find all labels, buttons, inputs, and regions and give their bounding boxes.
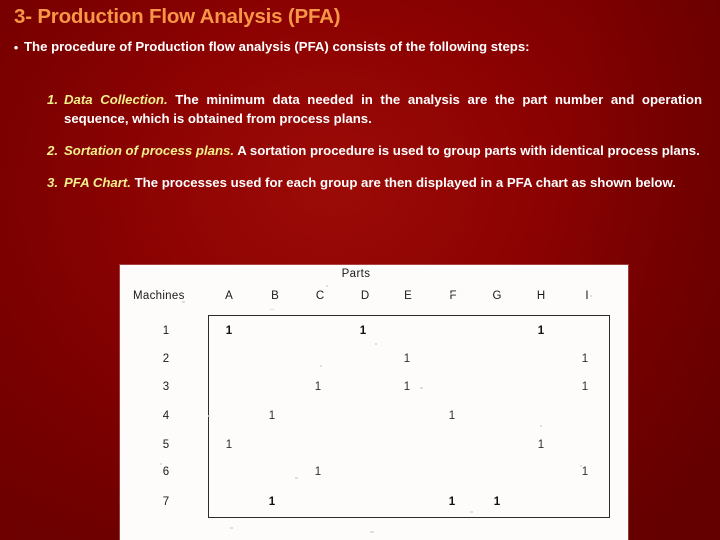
- scan-artifact: [160, 463, 162, 465]
- scan-artifact: [540, 425, 542, 427]
- scan-artifact: [295, 477, 298, 479]
- scan-artifact: [320, 365, 322, 367]
- scan-artifact: [208, 415, 210, 417]
- scan-artifact: [470, 511, 473, 513]
- list-item: 3. PFA Chart. The processes used for eac…: [36, 173, 708, 192]
- step-lead: Sortation of process plans.: [64, 143, 235, 158]
- chart-column-header-a: A: [225, 290, 233, 302]
- scan-artifact: [326, 285, 328, 287]
- chart-cell-mark: 1: [403, 381, 411, 393]
- chart-cell-mark: 1: [225, 439, 233, 451]
- chart-cell-mark: 1: [225, 325, 233, 337]
- chart-cell-mark: 1: [581, 381, 589, 393]
- chart-cell-mark: 1: [314, 381, 322, 393]
- scan-artifact: [230, 527, 233, 529]
- chart-cell-mark: 1: [403, 353, 411, 365]
- scan-artifact: [420, 387, 423, 389]
- page-title: 3- Production Flow Analysis (PFA): [14, 5, 341, 28]
- chart-cell-mark: 1: [493, 496, 501, 508]
- chart-cell-mark: 1: [537, 439, 545, 451]
- list-item: 1. Data Collection. The minimum data nee…: [36, 90, 708, 128]
- scan-artifact: [590, 295, 592, 297]
- scan-artifact: [375, 343, 377, 345]
- scan-artifact: [450, 293, 452, 295]
- intro-bullet: • The procedure of Production flow analy…: [8, 38, 708, 57]
- chart-column-header-f: F: [449, 290, 457, 302]
- chart-row-label-3: 3: [162, 381, 170, 393]
- pfa-chart-figure: Parts Machines A B C D E F G H I 1 2 3 4 5 6 7 1 1 1 1 1 1 1 1 1…: [120, 265, 628, 540]
- chart-column-header-g: G: [492, 290, 502, 302]
- chart-row-label-6: 6: [162, 466, 170, 478]
- chart-column-header-c: C: [315, 290, 325, 302]
- chart-column-header-e: E: [404, 290, 412, 302]
- chart-cell-mark: 1: [268, 496, 276, 508]
- step-number: 3.: [47, 175, 58, 190]
- step-lead: Data Collection.: [64, 92, 168, 107]
- step-number: 1.: [47, 92, 58, 107]
- chart-row-label-7: 7: [162, 496, 170, 508]
- chart-column-header-d: D: [360, 290, 370, 302]
- scan-artifact: [270, 309, 274, 310]
- steps-list: 1. Data Collection. The minimum data nee…: [36, 90, 708, 205]
- chart-cell-mark: 1: [268, 410, 276, 422]
- scan-artifact: [580, 465, 582, 467]
- step-text: The processes used for each group are th…: [130, 175, 676, 190]
- chart-cell-mark: 1: [359, 325, 367, 337]
- chart-cell-mark: 1: [581, 353, 589, 365]
- chart-cell-mark: 1: [537, 325, 545, 337]
- intro-bullet-text: The procedure of Production flow analysi…: [24, 39, 530, 54]
- chart-row-label-1: 1: [162, 325, 170, 337]
- chart-cell-mark: 1: [581, 466, 589, 478]
- chart-column-header-i: I: [585, 290, 589, 302]
- bullet-marker-icon: •: [13, 40, 19, 55]
- scan-artifact: [182, 301, 185, 303]
- pfa-chart-table: Parts Machines A B C D E F G H I 1 2 3 4 5 6 7 1 1 1 1 1 1 1 1 1…: [120, 265, 628, 540]
- step-body: PFA Chart. The processes used for each g…: [64, 173, 708, 192]
- chart-cell-mark: 1: [448, 410, 456, 422]
- step-number: 2.: [47, 143, 58, 158]
- chart-row-label-2: 2: [162, 353, 170, 365]
- list-item: 2. Sortation of process plans. A sortati…: [36, 141, 708, 160]
- chart-machines-label: Machines: [133, 290, 185, 302]
- chart-column-header-b: B: [271, 290, 279, 302]
- step-body: Data Collection. The minimum data needed…: [64, 90, 708, 128]
- step-lead: PFA Chart.: [64, 175, 131, 190]
- step-body: Sortation of process plans. A sortation …: [64, 141, 708, 160]
- chart-cell-mark: 1: [314, 466, 322, 478]
- chart-row-label-4: 4: [162, 410, 170, 422]
- chart-parts-title: Parts: [341, 268, 371, 280]
- chart-cell-mark: 1: [448, 496, 456, 508]
- slide-canvas: 3- Production Flow Analysis (PFA) • The …: [0, 0, 720, 540]
- chart-column-header-h: H: [536, 290, 546, 302]
- chart-row-label-5: 5: [162, 439, 170, 451]
- step-text: A sortation procedure is used to group p…: [234, 143, 700, 158]
- scan-artifact: [370, 531, 374, 533]
